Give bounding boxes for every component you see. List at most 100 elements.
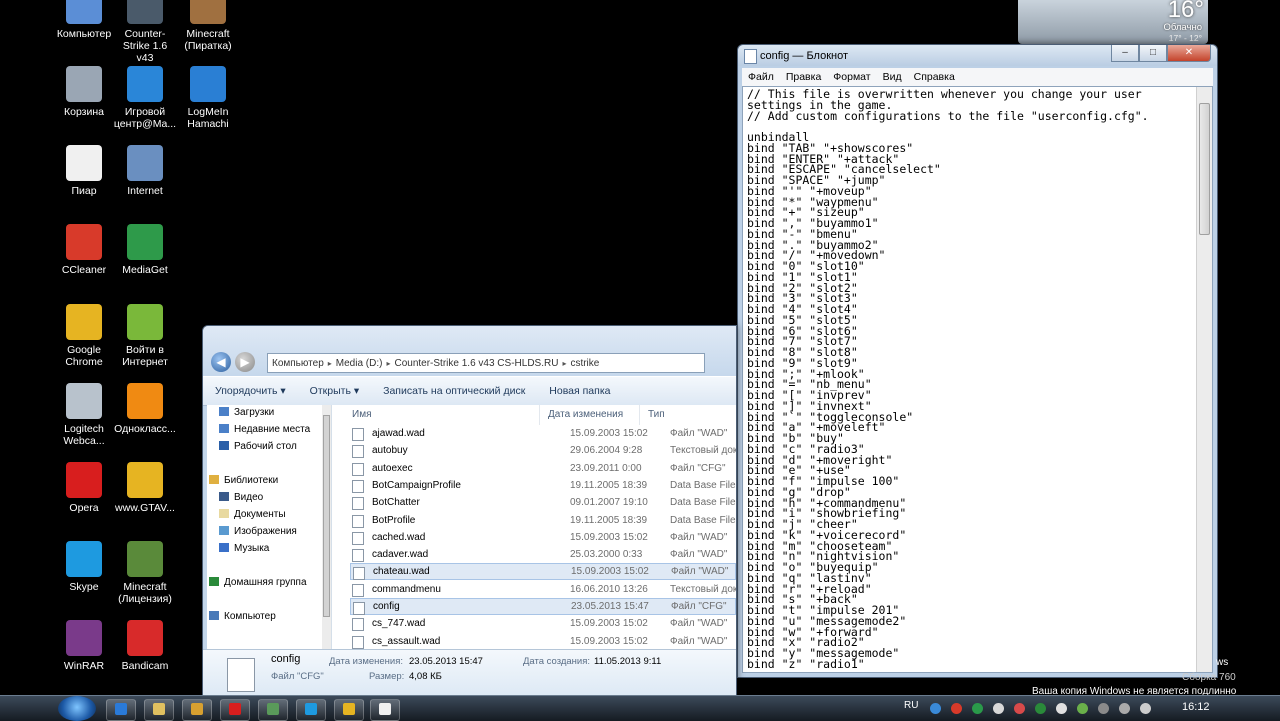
- nav-item[interactable]: Домашняя группа: [209, 577, 307, 588]
- file-row[interactable]: cs_747.wad 15.09.2003 15:02 Файл "WAD": [350, 615, 736, 632]
- tray-icon[interactable]: [1140, 703, 1151, 714]
- file-row[interactable]: cached.wad 15.09.2003 15:02 Файл "WAD": [350, 529, 736, 546]
- desktop-icon[interactable]: Bandicam: [113, 620, 177, 672]
- desktop-icon[interactable]: LogMeIn Hamachi: [176, 66, 240, 130]
- menu-file[interactable]: Файл: [742, 68, 780, 86]
- nav-item[interactable]: Документы: [219, 509, 286, 520]
- file-row[interactable]: commandmenu 16.06.2010 13:26 Текстовый док: [350, 581, 736, 598]
- desktop-icon[interactable]: Logitech Webca...: [52, 383, 116, 447]
- desktop-icon[interactable]: www.GTAV...: [113, 462, 177, 514]
- taskbar-explorer-button[interactable]: [144, 699, 174, 721]
- nav-item[interactable]: Библиотеки: [209, 475, 278, 486]
- config-text[interactable]: // This file is overwritten whenever you…: [743, 87, 1212, 670]
- taskbar-network-button[interactable]: [258, 699, 288, 721]
- nav-item[interactable]: Компьютер: [209, 611, 276, 622]
- notepad-titlebar[interactable]: config — Блокнот – □ ✕: [738, 45, 1217, 66]
- text-line[interactable]: bind "z" "radio1": [747, 658, 1212, 670]
- desktop-icon[interactable]: Opera: [52, 462, 116, 514]
- file-row[interactable]: BotChatter 09.01.2007 19:10 Data Base File: [350, 494, 736, 511]
- nav-item[interactable]: Изображения: [219, 526, 297, 537]
- scrollbar-thumb[interactable]: [1199, 103, 1210, 235]
- menu-format[interactable]: Формат: [827, 68, 876, 86]
- text-line[interactable]: [747, 121, 1212, 132]
- address-bar[interactable]: Компьютер ▸ Media (D:) ▸ Counter-Strike 1.…: [267, 353, 705, 373]
- taskbar-notepad-button[interactable]: [370, 699, 400, 721]
- breadcrumb-cstrike[interactable]: cstrike: [566, 358, 603, 369]
- desktop-icon[interactable]: Internet: [113, 145, 177, 197]
- notepad-window[interactable]: config — Блокнот – □ ✕ Файл Правка Форма…: [737, 44, 1218, 678]
- desktop-icon[interactable]: MediaGet: [113, 224, 177, 276]
- desktop-icon[interactable]: Minecraft (Пиратка): [176, 0, 240, 52]
- tray-icon[interactable]: [1014, 703, 1025, 714]
- menu-view[interactable]: Вид: [877, 68, 908, 86]
- taskbar-skype-button[interactable]: [296, 699, 326, 721]
- breadcrumb-computer[interactable]: Компьютер: [268, 358, 328, 369]
- desktop-icon[interactable]: Minecraft (Лицензия): [113, 541, 177, 605]
- start-button[interactable]: [58, 696, 96, 721]
- desktop-icon[interactable]: Корзина: [52, 66, 116, 118]
- burn-disc-button[interactable]: Записать на оптический диск: [371, 385, 537, 397]
- column-type[interactable]: Тип: [640, 405, 736, 425]
- tray-icon[interactable]: [1056, 703, 1067, 714]
- taskbar-opera-button[interactable]: [220, 699, 250, 721]
- minimize-button[interactable]: –: [1111, 45, 1139, 62]
- desktop-icon[interactable]: Войти в Интернет: [113, 304, 177, 368]
- nav-scrollbar-thumb[interactable]: [323, 415, 330, 617]
- tray-icon[interactable]: [951, 703, 962, 714]
- desktop-icon[interactable]: Google Chrome: [52, 304, 116, 368]
- file-row[interactable]: BotCampaignProfile 19.11.2005 18:39 Data B…: [350, 477, 736, 494]
- nav-item[interactable]: Загрузки: [219, 407, 274, 418]
- desktop-icon[interactable]: Игровой центр@Ma...: [113, 66, 177, 130]
- desktop-icon[interactable]: Counter-Strike 1.6 v43: [113, 0, 177, 64]
- file-row[interactable]: autobuy 29.06.2004 9:28 Текстовый док: [350, 442, 736, 459]
- taskbar-media-button[interactable]: [182, 699, 212, 721]
- desktop-icon[interactable]: Skype: [52, 541, 116, 593]
- column-date[interactable]: Дата изменения: [540, 405, 640, 425]
- text-line[interactable]: // Add custom configurations to the file…: [747, 110, 1212, 122]
- tray-icon[interactable]: [1077, 703, 1088, 714]
- breadcrumb-drive[interactable]: Media (D:): [332, 358, 387, 369]
- file-row[interactable]: chateau.wad 15.09.2003 15:02 Файл "WAD": [350, 563, 736, 581]
- vertical-scrollbar[interactable]: [1196, 87, 1212, 672]
- notepad-text-area[interactable]: // This file is overwritten whenever you…: [742, 86, 1213, 673]
- breadcrumb-cs-folder[interactable]: Counter-Strike 1.6 v43 CS-HLDS.RU: [390, 358, 562, 369]
- new-folder-button[interactable]: Новая папка: [537, 385, 622, 397]
- desktop-icon[interactable]: Однокласс...: [113, 383, 177, 435]
- file-row[interactable]: cs_assault.wad 15.09.2003 15:02 Файл "WAD": [350, 633, 736, 650]
- tray-icon[interactable]: [1035, 703, 1046, 714]
- desktop-icon[interactable]: Компьютер: [52, 0, 116, 40]
- nav-item[interactable]: Рабочий стол: [219, 441, 297, 452]
- tray-icon[interactable]: [1119, 703, 1130, 714]
- desktop-icon[interactable]: WinRAR: [52, 620, 116, 672]
- nav-scrollbar[interactable]: [322, 405, 331, 650]
- back-button[interactable]: ◀: [211, 352, 231, 372]
- taskbar-ie-button[interactable]: [106, 699, 136, 721]
- maximize-button[interactable]: □: [1139, 45, 1167, 62]
- file-row[interactable]: autoexec 23.09.2011 0:00 Файл "CFG": [350, 460, 736, 477]
- nav-item[interactable]: Недавние места: [219, 424, 310, 435]
- menu-edit[interactable]: Правка: [780, 68, 827, 86]
- menu-help[interactable]: Справка: [908, 68, 961, 86]
- forward-button[interactable]: ▶: [235, 352, 255, 372]
- desktop-icon[interactable]: CCleaner: [52, 224, 116, 276]
- open-button[interactable]: Открыть ▾: [298, 385, 371, 397]
- taskbar-chrome-button[interactable]: [334, 699, 364, 721]
- tray-icon[interactable]: [993, 703, 1004, 714]
- file-row[interactable]: BotProfile 19.11.2005 18:39 Data Base File: [350, 512, 736, 529]
- file-row[interactable]: ajawad.wad 15.09.2003 15:02 Файл "WAD": [350, 425, 736, 442]
- file-row[interactable]: cadaver.wad 25.03.2000 0:33 Файл "WAD": [350, 546, 736, 563]
- file-row[interactable]: config 23.05.2013 15:47 Файл "CFG": [350, 598, 736, 615]
- clock[interactable]: 16:12: [1182, 701, 1210, 713]
- language-indicator[interactable]: RU: [904, 700, 918, 711]
- nav-item[interactable]: Видео: [219, 492, 263, 503]
- organize-button[interactable]: Упорядочить ▾: [203, 385, 298, 397]
- column-name[interactable]: Имя: [332, 405, 540, 425]
- tray-icon[interactable]: [972, 703, 983, 714]
- tray-icon[interactable]: [930, 703, 941, 714]
- explorer-window[interactable]: ◀ ▶ Компьютер ▸ Media (D:) ▸ Counter-Strik…: [202, 325, 737, 697]
- close-button[interactable]: ✕: [1167, 45, 1211, 62]
- desktop-icon[interactable]: Пиар: [52, 145, 116, 197]
- tray-icon[interactable]: [1098, 703, 1109, 714]
- weather-gadget[interactable]: 16° Облачно 17° - 12°: [1018, 0, 1208, 44]
- nav-item[interactable]: Музыка: [219, 543, 269, 554]
